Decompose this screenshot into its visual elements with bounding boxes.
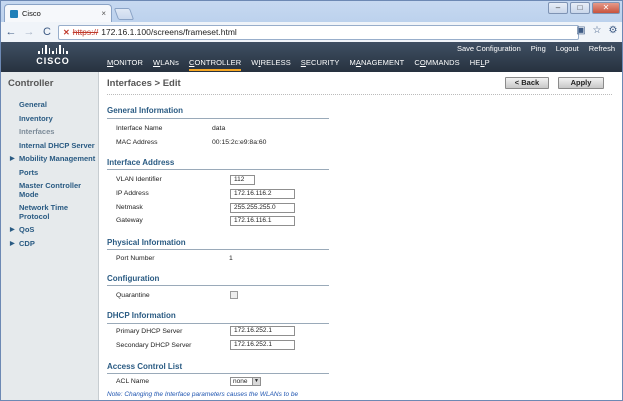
netmask-input[interactable]: 255.255.255.0 bbox=[230, 203, 295, 213]
sidebar-title: Controller bbox=[8, 78, 54, 89]
port-number-value: 1 bbox=[229, 255, 233, 262]
sidebar-item-master-controller-mode[interactable]: Master Controller Mode bbox=[0, 181, 98, 199]
page-title: Interfaces > Edit bbox=[107, 78, 181, 89]
maximize-button[interactable]: □ bbox=[570, 2, 590, 14]
sidebar-item-ports[interactable]: Ports bbox=[0, 168, 98, 178]
nav-help[interactable]: HELP bbox=[470, 58, 490, 71]
section-general-information: General Information bbox=[107, 106, 184, 115]
mac-address-label: MAC Address bbox=[116, 139, 158, 146]
gateway-input[interactable]: 172.16.116.1 bbox=[230, 216, 295, 226]
netmask-label: Netmask bbox=[116, 204, 143, 211]
browser-tab[interactable]: Cisco × bbox=[4, 4, 112, 22]
sidebar-item-general[interactable]: General bbox=[0, 100, 98, 110]
acl-name-selected: none bbox=[233, 378, 248, 385]
mac-address-value: 00:15:2c:e9:8a:60 bbox=[212, 139, 267, 146]
quarantine-label: Quarantine bbox=[116, 292, 150, 299]
section-rule bbox=[107, 285, 329, 286]
browser-toolbar: ← → C ✕ https://172.16.1.100/screens/fra… bbox=[0, 22, 623, 42]
vlan-identifier-label: VLAN Identifier bbox=[116, 176, 162, 183]
acl-name-select[interactable]: none ▼ bbox=[230, 377, 261, 386]
top-links: Save Configuration Ping Logout Refresh bbox=[457, 44, 615, 53]
section-rule bbox=[107, 169, 329, 170]
expand-arrow-icon[interactable]: ▶ bbox=[10, 240, 15, 249]
primary-dhcp-input[interactable]: 172.16.252.1 bbox=[230, 326, 295, 336]
sidebar: Controller General Inventory Interfaces … bbox=[0, 72, 99, 401]
sidebar-item-interfaces[interactable]: Interfaces bbox=[0, 127, 98, 137]
chevron-down-icon: ▼ bbox=[252, 378, 260, 385]
sidebar-item-mobility-management[interactable]: ▶ Mobility Management bbox=[0, 154, 98, 164]
nav-wlans[interactable]: WLANs bbox=[153, 58, 179, 71]
nav-monitor[interactable]: MONITOR bbox=[107, 58, 143, 71]
ping-link[interactable]: Ping bbox=[531, 44, 546, 53]
note-text: Note: Changing the Interface parameters … bbox=[107, 391, 299, 398]
logout-link[interactable]: Logout bbox=[556, 44, 579, 53]
page-icon[interactable]: ▣ bbox=[575, 24, 587, 38]
nav-commands[interactable]: COMMANDS bbox=[414, 58, 459, 71]
sidebar-item-qos[interactable]: ▶ QoS bbox=[0, 225, 98, 235]
nav-security[interactable]: SECURITY bbox=[301, 58, 340, 71]
back-button[interactable]: < Back bbox=[505, 77, 549, 89]
expand-arrow-icon[interactable]: ▶ bbox=[10, 155, 15, 164]
main-nav: MONITOR WLANs CONTROLLER WIRELESS SECURITY MA… bbox=[107, 58, 500, 71]
browser-chrome: Cisco × – □ ✕ ← → C ✕ https://172.16.1.1… bbox=[0, 0, 623, 42]
close-window-button[interactable]: ✕ bbox=[592, 2, 620, 14]
port-number-label: Port Number bbox=[116, 255, 155, 262]
section-interface-address: Interface Address bbox=[107, 158, 175, 167]
cisco-header: CISCO Save Configuration Ping Logout Ref… bbox=[0, 42, 623, 72]
secondary-dhcp-input[interactable]: 172.16.252.1 bbox=[230, 340, 295, 350]
new-tab-button[interactable] bbox=[113, 8, 135, 20]
save-configuration-link[interactable]: Save Configuration bbox=[457, 44, 521, 53]
url-scheme: https:// bbox=[72, 27, 99, 37]
section-rule bbox=[107, 118, 329, 119]
apply-button[interactable]: Apply bbox=[558, 77, 604, 89]
ip-address-input[interactable]: 172.16.116.2 bbox=[230, 189, 295, 199]
tab-title: Cisco bbox=[22, 9, 41, 18]
insecure-lock-icon: ✕ bbox=[63, 27, 70, 37]
back-arrow-icon[interactable]: ← bbox=[4, 25, 18, 39]
sidebar-item-network-time-protocol[interactable]: Network Time Protocol bbox=[0, 203, 98, 221]
bookmark-star-icon[interactable]: ☆ bbox=[591, 24, 603, 38]
cisco-bars-icon bbox=[32, 45, 74, 54]
sidebar-item-inventory[interactable]: Inventory bbox=[0, 114, 98, 124]
section-configuration: Configuration bbox=[107, 274, 160, 283]
section-rule bbox=[107, 249, 329, 250]
acl-name-label: ACL Name bbox=[116, 378, 149, 385]
nav-wireless[interactable]: WIRELESS bbox=[251, 58, 291, 71]
url-path: 172.16.1.100/screens/frameset.html bbox=[101, 27, 237, 37]
reload-icon[interactable]: C bbox=[40, 25, 54, 39]
nav-management[interactable]: MANAGEMENT bbox=[350, 58, 405, 71]
section-access-control-list: Access Control List bbox=[107, 362, 183, 371]
secondary-dhcp-label: Secondary DHCP Server bbox=[116, 342, 192, 349]
ip-address-label: IP Address bbox=[116, 190, 149, 197]
cisco-logo-text: CISCO bbox=[36, 56, 70, 66]
section-physical-information: Physical Information bbox=[107, 238, 186, 247]
forward-arrow-icon[interactable]: → bbox=[22, 25, 36, 39]
section-dhcp-information: DHCP Information bbox=[107, 311, 176, 320]
address-bar[interactable]: ✕ https://172.16.1.100/screens/frameset.… bbox=[58, 24, 579, 40]
tab-close-icon[interactable]: × bbox=[101, 9, 106, 18]
cisco-favicon-icon bbox=[10, 9, 18, 18]
expand-arrow-icon[interactable]: ▶ bbox=[10, 226, 15, 235]
section-rule bbox=[107, 323, 329, 324]
gateway-label: Gateway bbox=[116, 217, 143, 224]
sidebar-item-cdp[interactable]: ▶ CDP bbox=[0, 239, 98, 249]
sidebar-item-internal-dhcp-server[interactable]: Internal DHCP Server bbox=[0, 141, 98, 151]
refresh-link[interactable]: Refresh bbox=[589, 44, 615, 53]
main-content: Interfaces > Edit < Back Apply General I… bbox=[99, 72, 623, 401]
section-rule bbox=[107, 373, 329, 374]
vlan-identifier-input[interactable]: 112 bbox=[230, 175, 255, 185]
minimize-button[interactable]: – bbox=[548, 2, 568, 14]
title-divider bbox=[107, 94, 612, 95]
wrench-menu-icon[interactable]: ⚙ bbox=[607, 24, 619, 38]
interface-name-label: Interface Name bbox=[116, 125, 163, 132]
primary-dhcp-label: Primary DHCP Server bbox=[116, 328, 183, 335]
quarantine-checkbox[interactable] bbox=[230, 291, 238, 299]
cisco-logo: CISCO bbox=[32, 45, 74, 67]
interface-name-value: data bbox=[212, 125, 226, 132]
nav-controller[interactable]: CONTROLLER bbox=[188, 58, 242, 71]
window-controls: – □ ✕ bbox=[548, 2, 620, 14]
